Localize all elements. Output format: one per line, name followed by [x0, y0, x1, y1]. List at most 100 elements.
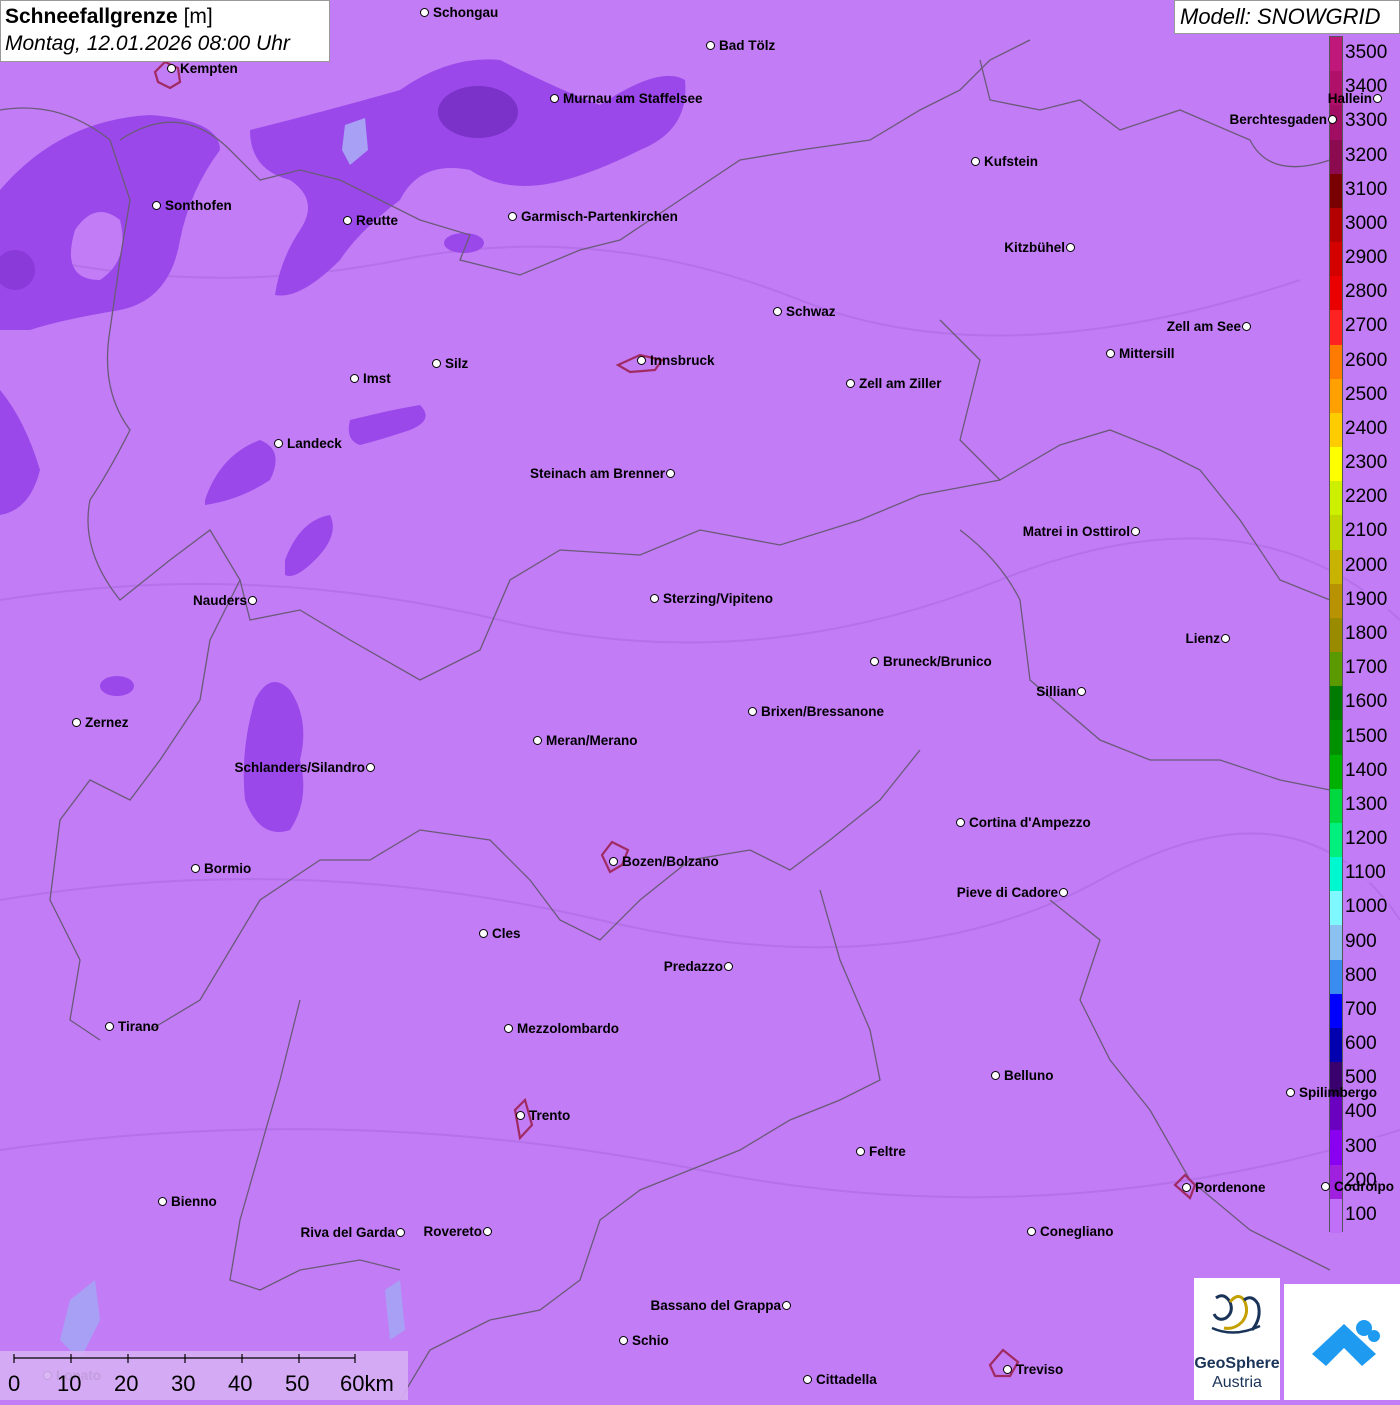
city-marker-icon [803, 1375, 812, 1384]
city-marker-icon [609, 857, 618, 866]
city-label: Pordenone [1195, 1180, 1266, 1195]
city-marker-icon [248, 596, 257, 605]
legend-label: 2000 [1343, 554, 1390, 576]
legend-label: 1400 [1343, 759, 1390, 781]
city-label: Conegliano [1040, 1224, 1114, 1239]
model-label: Modell: SNOWGRID [1174, 0, 1400, 34]
city-marker-icon [1221, 634, 1230, 643]
city-marker-icon [971, 157, 980, 166]
city-marker-icon [1106, 349, 1115, 358]
legend-label: 800 [1343, 964, 1379, 986]
city-marker-icon [158, 1197, 167, 1206]
legend-swatch [1330, 754, 1342, 790]
city-label: Garmisch-Partenkirchen [521, 209, 678, 224]
legend-swatch [1330, 857, 1342, 892]
city-marker-icon [350, 374, 359, 383]
city-label: Murnau am Staffelsee [563, 91, 703, 106]
city-label: Bad Tölz [719, 38, 776, 53]
city-marker-icon [1328, 115, 1337, 124]
city-marker-icon [167, 64, 176, 73]
legend-swatch [1330, 344, 1342, 380]
legend-swatch [1330, 412, 1342, 448]
zone-zernez [100, 676, 134, 696]
city-label: Zernez [85, 715, 129, 730]
city-marker-icon [1373, 94, 1382, 103]
city-marker-icon [152, 201, 161, 210]
legend-swatch [1330, 1198, 1342, 1234]
city-marker-icon [724, 962, 733, 971]
city-label: Zell am Ziller [859, 376, 942, 391]
legend-swatch [1330, 378, 1342, 414]
legend-label: 3300 [1343, 110, 1390, 132]
legend-label: 2300 [1343, 452, 1390, 474]
city-marker-icon [1003, 1365, 1012, 1374]
city-marker-icon [479, 929, 488, 938]
city-label: Zell am See [1166, 319, 1241, 334]
city-marker-icon [773, 307, 782, 316]
legend-swatch [1330, 686, 1342, 721]
city-label: Schongau [433, 5, 499, 20]
snowgrid-logo[interactable] [1284, 1284, 1400, 1400]
legend-label: 3100 [1343, 178, 1390, 200]
legend-swatch [1330, 788, 1342, 824]
legend-label: 2200 [1343, 486, 1390, 508]
geosphere-country: Austria [1212, 1374, 1262, 1391]
city-marker-icon [956, 818, 965, 827]
city-label: Lienz [1185, 631, 1220, 646]
city-marker-icon [870, 657, 879, 666]
city-marker-icon [846, 379, 855, 388]
city-marker-icon [782, 1301, 791, 1310]
scale-label: 50 [285, 1371, 310, 1396]
scale-label: 40 [228, 1371, 253, 1396]
city-marker-icon [706, 41, 715, 50]
legend-swatch [1330, 37, 1342, 72]
legend-label: 700 [1343, 998, 1379, 1020]
geosphere-logo[interactable]: GeoSphere Austria [1194, 1278, 1280, 1400]
legend-swatch [1330, 310, 1342, 346]
city-marker-icon [72, 718, 81, 727]
legend-swatch [1330, 549, 1342, 585]
city-label: Hallein [1327, 91, 1372, 106]
legend-label: 3000 [1343, 212, 1390, 234]
legend-label: 2800 [1343, 281, 1390, 303]
legend-swatch [1330, 173, 1342, 209]
scale-label: 60km [340, 1371, 394, 1396]
legend-label: 1600 [1343, 691, 1390, 713]
legend-label: 300 [1343, 1135, 1379, 1157]
title-datetime: Montag, 12.01.2026 08:00 Uhr [5, 32, 290, 55]
legend-label: 900 [1343, 930, 1379, 952]
legend-label: 2500 [1343, 383, 1390, 405]
city-label: Silz [445, 356, 469, 371]
city-marker-icon [637, 356, 646, 365]
legend-swatch [1330, 583, 1342, 619]
legend-swatch [1330, 276, 1342, 311]
legend-label: 1200 [1343, 828, 1390, 850]
city-marker-icon [533, 736, 542, 745]
city-marker-icon [191, 864, 200, 873]
scale-label: 20 [114, 1371, 139, 1396]
legend-label: 1000 [1343, 896, 1390, 918]
city-marker-icon [1066, 243, 1075, 252]
legend-label: 600 [1343, 1033, 1379, 1055]
legend-swatch [1330, 891, 1342, 926]
city-label: Meran/Merano [546, 733, 638, 748]
city-label: Bormio [204, 861, 252, 876]
legend-swatch [1330, 652, 1342, 687]
geosphere-mark-icon [1211, 1294, 1261, 1334]
legend-label: 3200 [1343, 144, 1390, 166]
city-marker-icon [420, 8, 429, 17]
city-label: Innsbruck [650, 353, 715, 368]
city-marker-icon [1182, 1183, 1191, 1192]
city-label: Cles [492, 926, 521, 941]
city-marker-icon [856, 1147, 865, 1156]
city-marker-icon [483, 1227, 492, 1236]
legend-swatch [1330, 822, 1342, 858]
city-label: Brixen/Bressanone [761, 704, 885, 719]
city-marker-icon [504, 1024, 513, 1033]
city-label: Bassano del Grappa [650, 1298, 781, 1313]
title-parameter-line: Schneefallgrenze [m] [5, 4, 325, 30]
city-label: Sillian [1036, 684, 1076, 699]
city-marker-icon [105, 1022, 114, 1031]
legend-label: 3500 [1343, 42, 1390, 64]
map-title-box: Schneefallgrenze [m] Montag, 12.01.2026 … [0, 0, 330, 62]
